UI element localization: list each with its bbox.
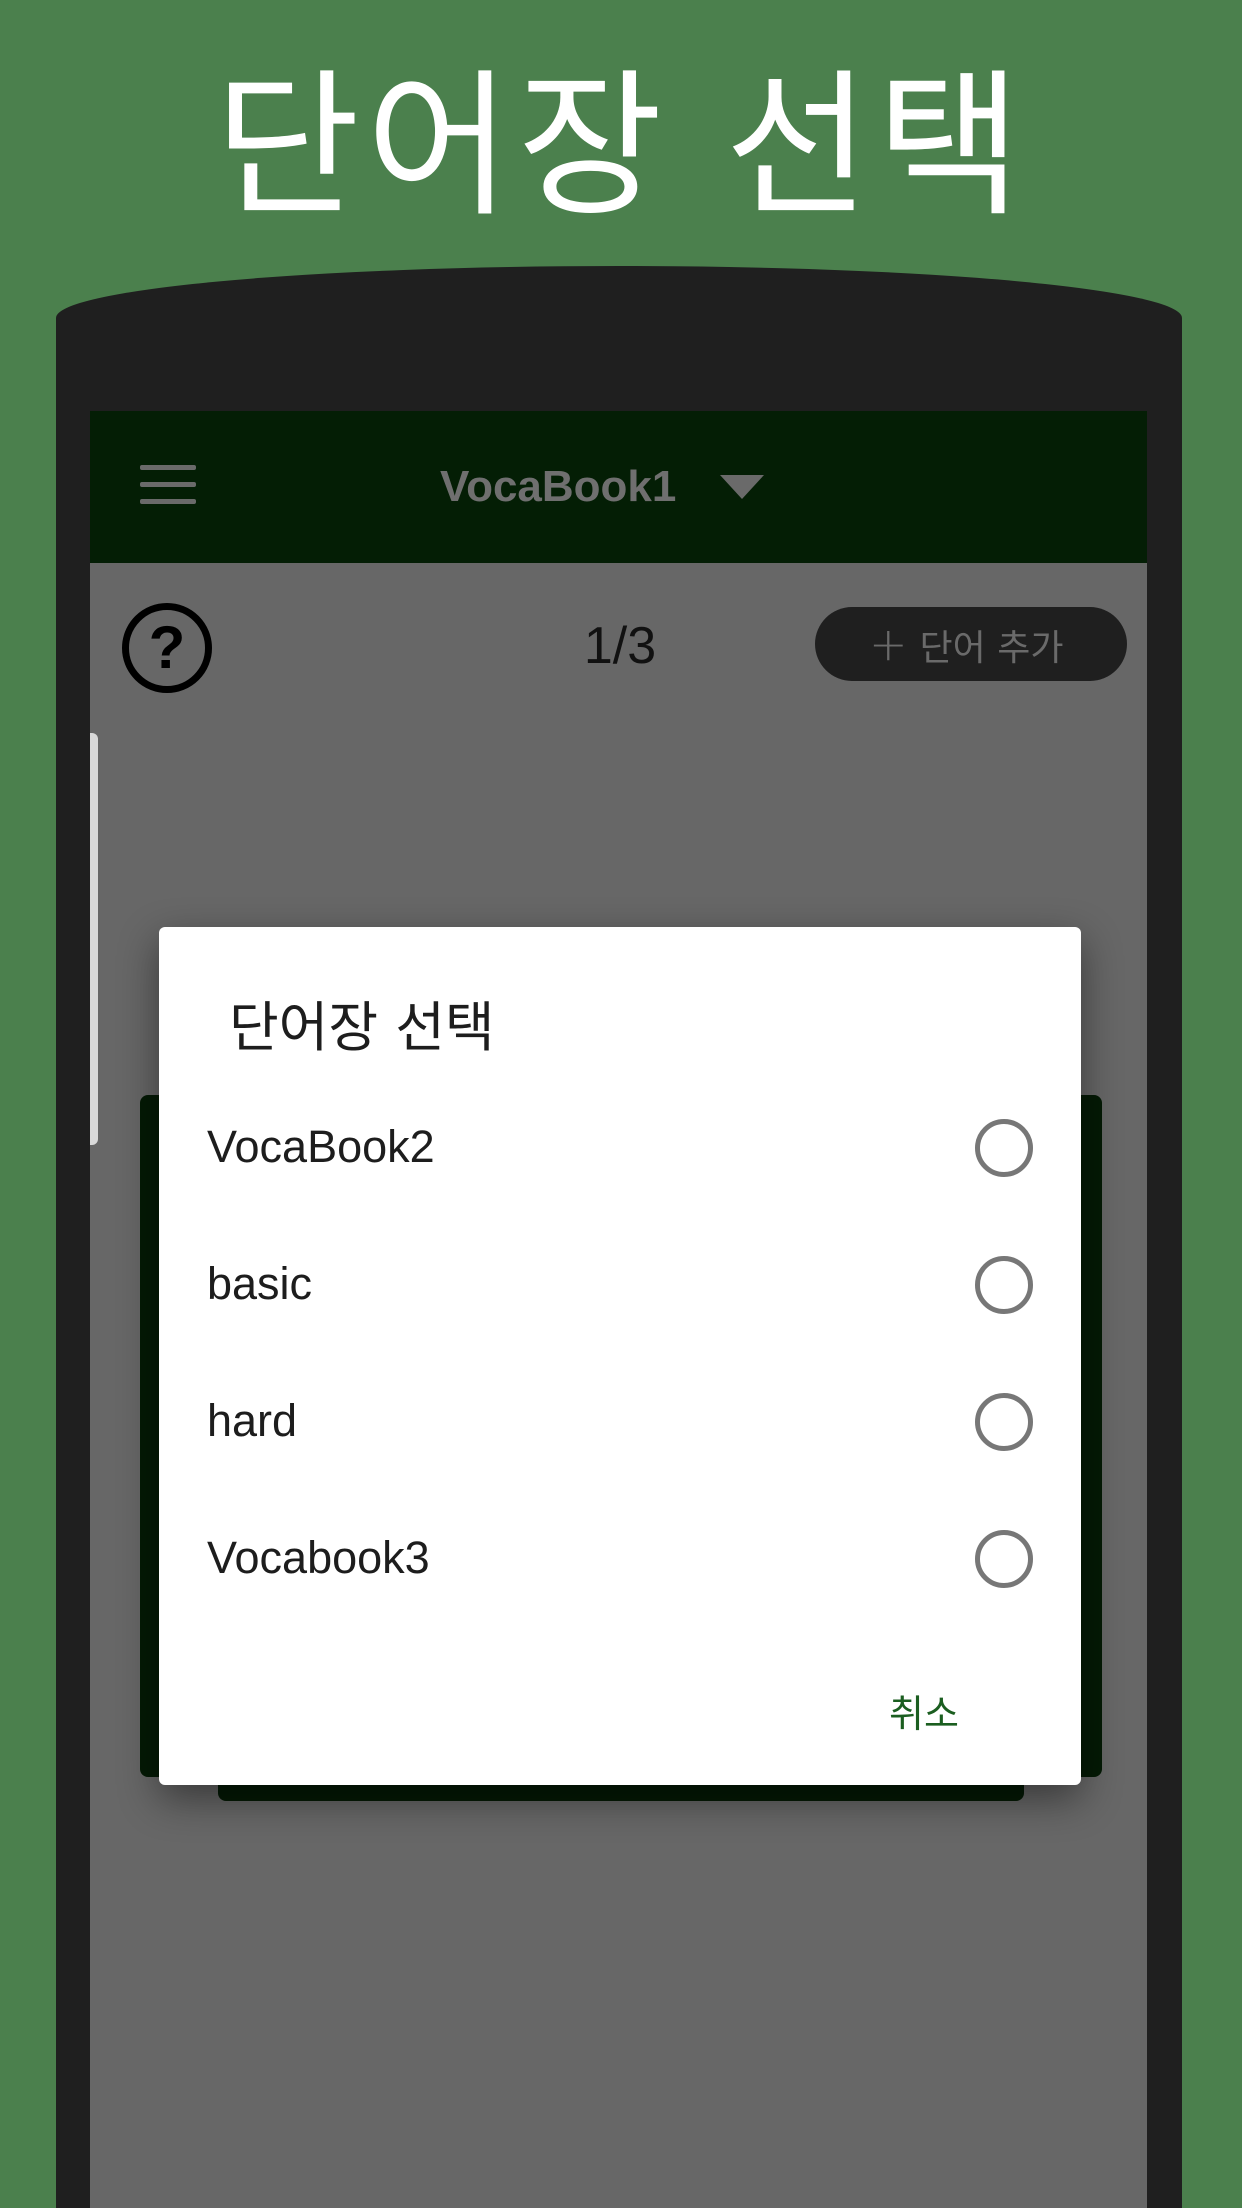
option-label: hard	[207, 1395, 298, 1446]
side-drawer-handle[interactable]	[90, 733, 98, 1145]
option-vocabook2[interactable]: VocaBook2	[207, 1097, 1033, 1197]
vocabook-title[interactable]: VocaBook1	[440, 455, 676, 519]
option-label: Vocabook3	[207, 1532, 430, 1583]
question-circle-icon[interactable]: ?	[122, 603, 212, 693]
plus-icon: +	[869, 617, 908, 671]
option-vocabook3[interactable]: Vocabook3	[207, 1508, 1033, 1608]
cancel-button[interactable]: 취소	[889, 1683, 959, 1738]
dialog-title: 단어장 선택	[229, 996, 495, 1059]
app-toolbar: VocaBook1	[90, 411, 1147, 563]
add-word-label: 단어 추가	[919, 628, 1064, 669]
option-label: basic	[207, 1258, 313, 1309]
option-label: VocaBook2	[207, 1121, 435, 1172]
radio-button[interactable]	[975, 1530, 1033, 1588]
option-hard[interactable]: hard	[207, 1371, 1033, 1471]
triangle-down-icon[interactable]	[720, 475, 764, 499]
add-word-button[interactable]: + 단어 추가	[815, 607, 1127, 681]
promo-title: 단어장 선택	[214, 55, 1028, 239]
select-vocabook-dialog: 단어장 선택 VocaBook2 basic hard Vocabook3 취소	[159, 927, 1081, 1785]
radio-button[interactable]	[975, 1119, 1033, 1177]
hamburger-menu-icon[interactable]	[140, 465, 196, 505]
radio-button[interactable]	[975, 1256, 1033, 1314]
page-counter: 1/3	[583, 617, 657, 675]
option-basic[interactable]: basic	[207, 1234, 1033, 1334]
radio-button[interactable]	[975, 1393, 1033, 1451]
